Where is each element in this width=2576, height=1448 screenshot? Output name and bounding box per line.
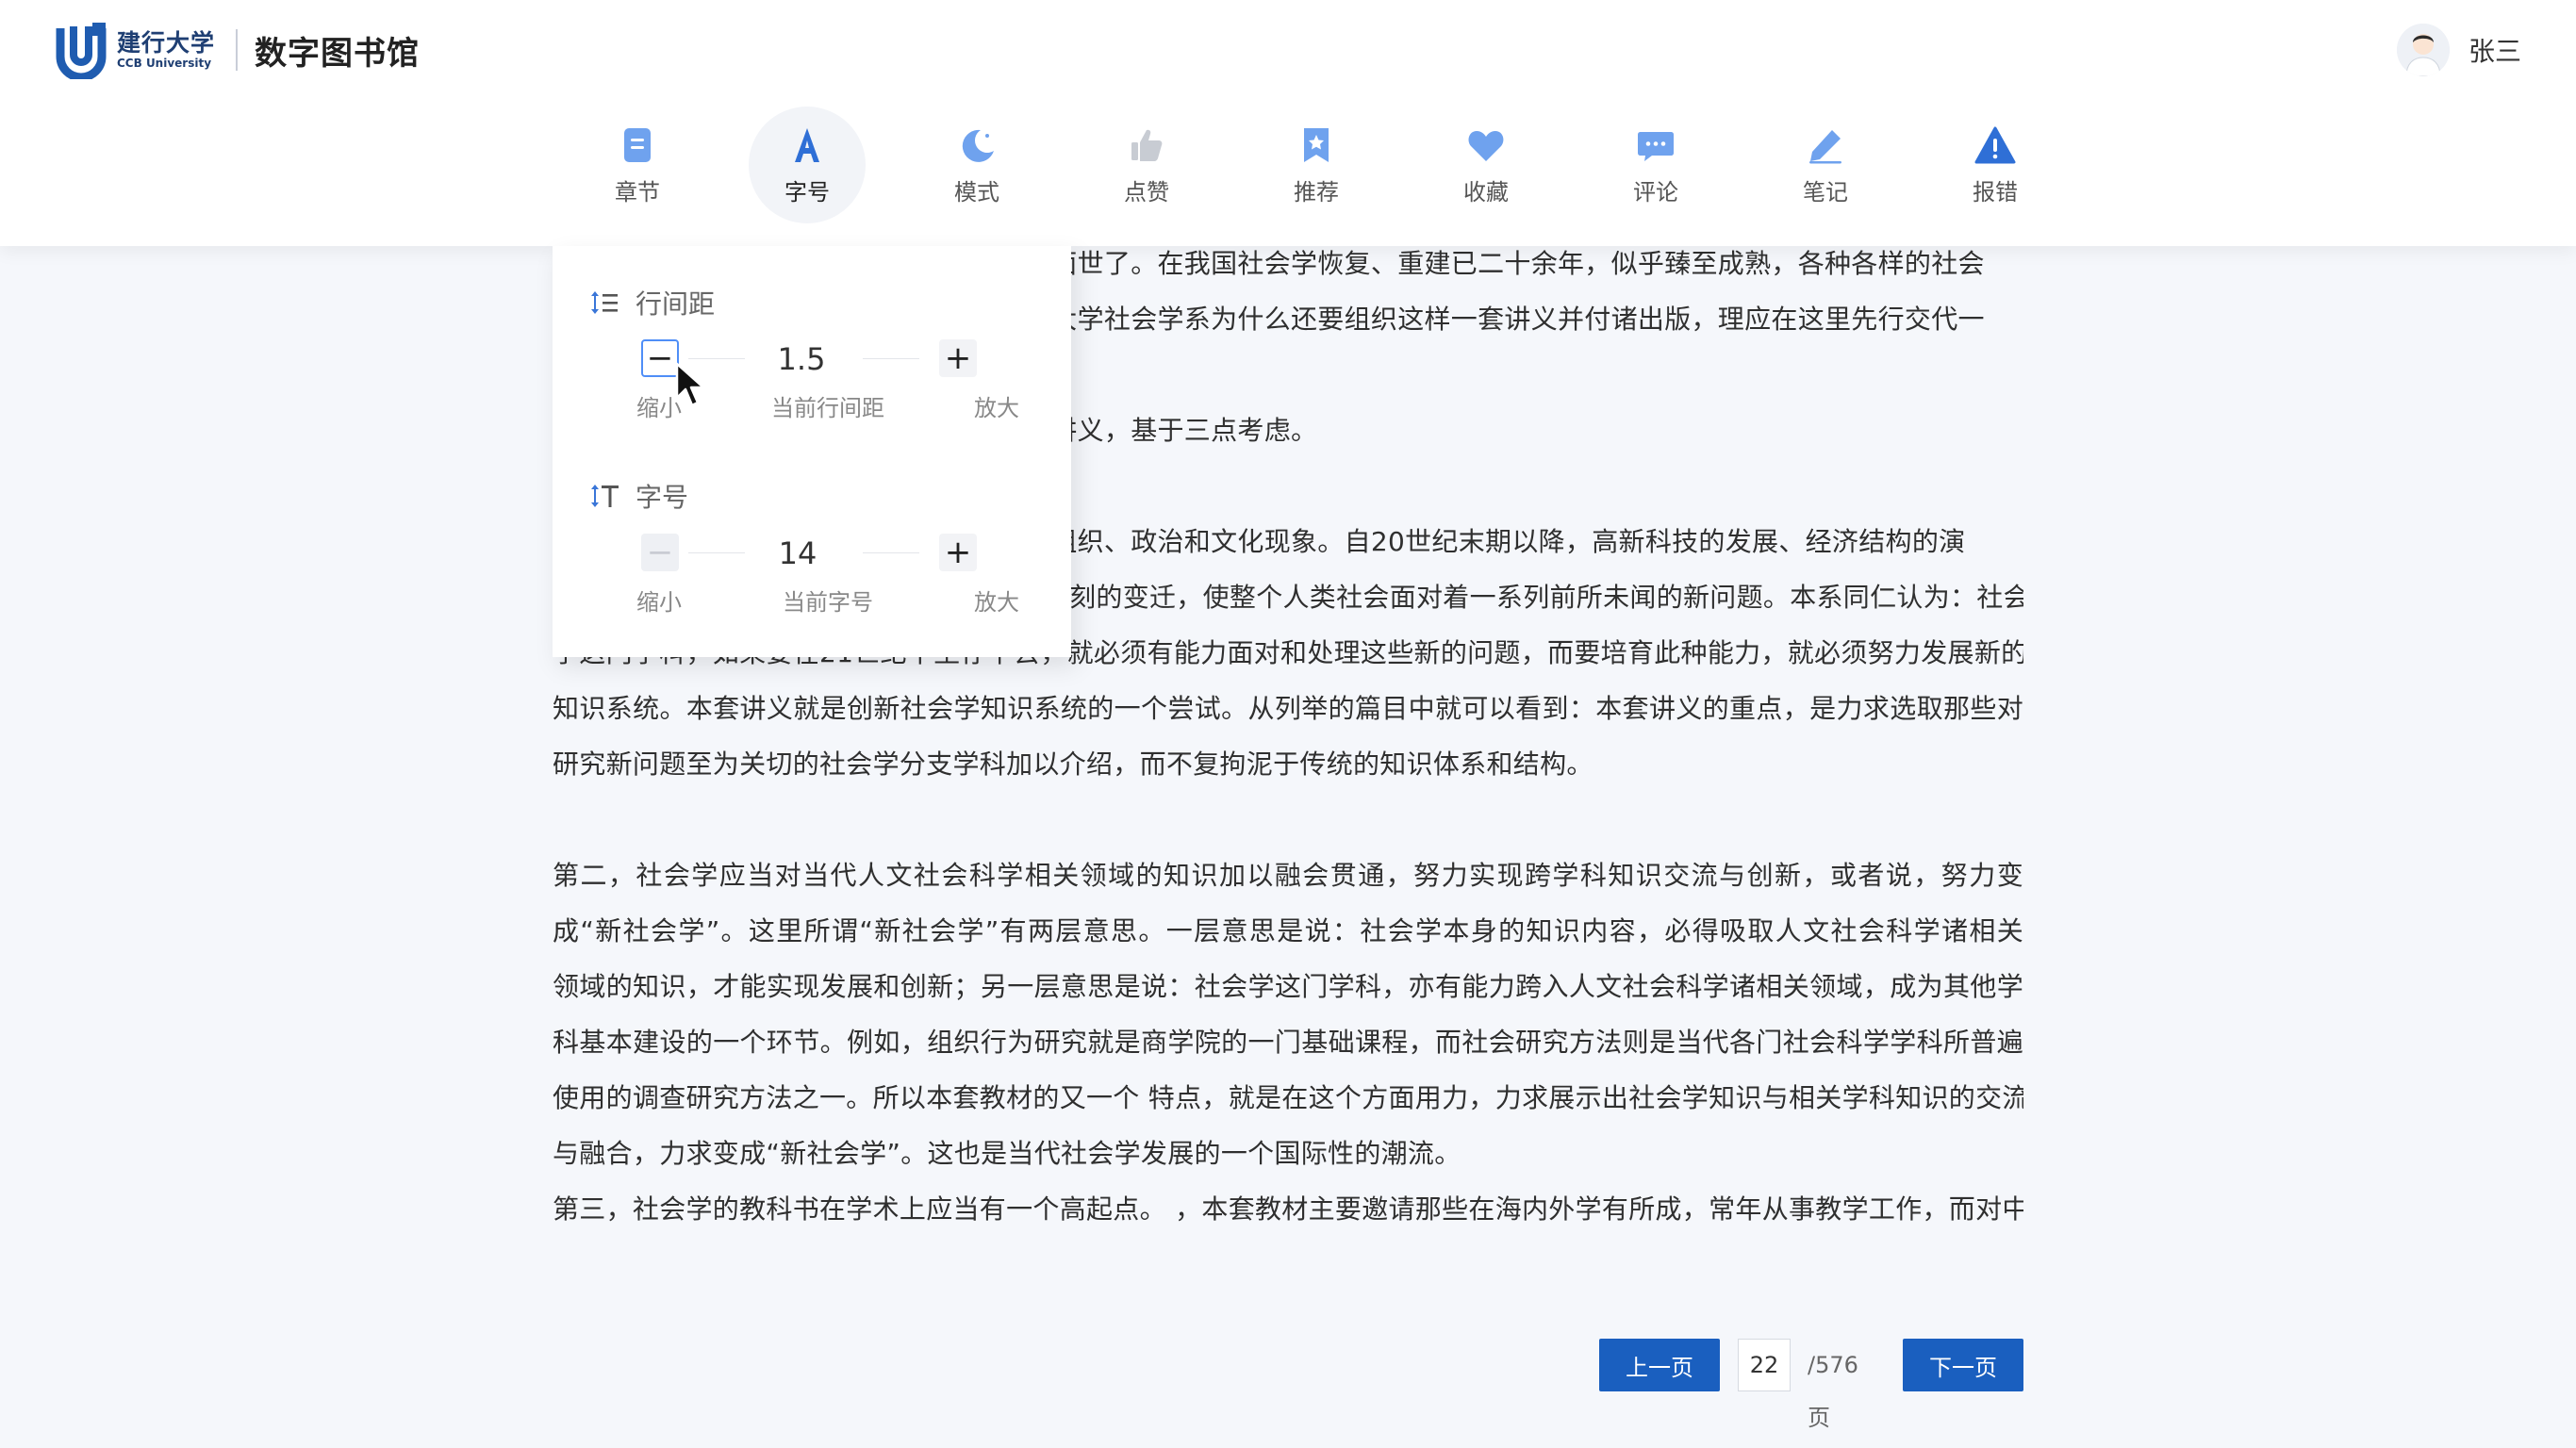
next-page-button[interactable]: 下一页: [1903, 1339, 2023, 1391]
text-line: 使用的调查研究方法之一。所以本套教材的又一个 特点，就是在这个方面用力，力求展示…: [553, 1082, 2023, 1113]
logo-english-text: CCB University: [117, 57, 212, 70]
tool-label: 字号: [784, 178, 830, 206]
page-number-input[interactable]: 22: [1738, 1339, 1791, 1391]
heart-icon: [1468, 130, 1504, 161]
tool-label: 报错: [1973, 178, 2018, 206]
line-spacing-value: 1.5: [777, 341, 826, 377]
tool-label: 模式: [954, 178, 999, 206]
tool-report[interactable]: 报错: [1910, 104, 2080, 226]
reader-toolbar: 章节 字号 模式 点赞 推荐 收藏 评论 笔记 报错: [553, 104, 2080, 226]
font-size-title: 字号: [636, 482, 689, 513]
ccb-logo-icon: [55, 21, 109, 82]
logo-chinese-text: 建行大学: [117, 29, 216, 57]
font-size-current-label: 当前字号: [783, 589, 873, 616]
line-spacing-increase-button[interactable]: +: [939, 339, 977, 377]
warning-icon: [1974, 126, 2016, 163]
bookmark-star-icon: [1304, 127, 1329, 162]
font-size-control: − 14 +: [641, 534, 1018, 575]
line-spacing-increase-label: 放大: [974, 395, 1019, 421]
font-size-icon: [591, 485, 619, 507]
line-spacing-section-title: 行间距: [588, 284, 715, 321]
tool-like[interactable]: 点赞: [1062, 104, 1231, 226]
text-line: 科基本建设的一个环节。例如，组织行为研究就是商学院的一门基础课程，而社会研究方法…: [553, 1027, 2023, 1058]
text-line: 领域的知识，才能实现发展和创新；另一层意思是说：社会学这门学科，亦有能力跨入人文…: [553, 971, 2023, 1002]
line-spacing-current-label: 当前行间距: [771, 395, 884, 421]
tool-label: 笔记: [1803, 178, 1848, 206]
total-pages-label: /576页: [1808, 1352, 1858, 1431]
moon-icon: [962, 129, 994, 162]
font-a-icon: [795, 127, 819, 162]
site-title: 数字图书馆: [255, 34, 421, 73]
tool-note[interactable]: 笔记: [1741, 104, 1910, 226]
tool-label: 推荐: [1294, 178, 1339, 206]
ccb-university-logo[interactable]: 建行大学 CCB University 数字图书馆: [55, 19, 421, 82]
line-spacing-decrease-button[interactable]: −: [641, 339, 679, 377]
text-line: 第三，社会学的教科书在学术上应当有一个高起点。 ，本套教材主要邀请那些在海内外学…: [553, 1193, 2023, 1225]
tool-recommend[interactable]: 推荐: [1231, 104, 1401, 226]
tool-label: 章节: [615, 178, 660, 206]
tool-label: 评论: [1633, 178, 1678, 206]
font-size-increase-button[interactable]: +: [939, 534, 977, 571]
user-name: 张三: [2468, 36, 2521, 67]
font-settings-panel: 行间距 − 1.5 + 缩小 当前行间距 放大 字号 − 14 + 缩小 当前字…: [553, 246, 1071, 657]
comment-icon: [1638, 131, 1674, 161]
tool-comment[interactable]: 评论: [1571, 104, 1741, 226]
prev-page-button[interactable]: 上一页: [1599, 1339, 1720, 1391]
top-header: 建行大学 CCB University 数字图书馆 张三 章节 字号 模式 点赞…: [0, 0, 2576, 246]
tool-mode[interactable]: 模式: [892, 104, 1062, 226]
tool-favorite[interactable]: 收藏: [1401, 104, 1571, 226]
chapter-icon: [624, 127, 651, 162]
text-line: 知识系统。本套讲义就是创新社会学知识系统的一个尝试。从列举的篇目中就可以看到：本…: [553, 693, 2023, 724]
text-line: 研究新问题至为关切的社会学分支学科加以介绍，而不复拘泥于传统的知识体系和结构。: [553, 749, 1593, 780]
avatar[interactable]: [2396, 24, 2450, 76]
text-line: 成“新社会学”。这里所谓“新社会学”有两层意思。一层意思是说：社会学本身的知识内…: [553, 915, 2023, 946]
logo-divider: [236, 29, 239, 71]
font-size-value: 14: [778, 535, 817, 571]
font-size-decrease-label: 缩小: [636, 589, 682, 616]
thumbs-up-icon: [1131, 129, 1163, 161]
text-line: 第二，社会学应当对当代人文社会科学相关领域的知识加以融会贯通，努力实现跨学科知识…: [553, 860, 2023, 891]
tool-label: 点赞: [1124, 178, 1169, 206]
user-profile[interactable]: 张三: [2396, 19, 2521, 81]
font-size-increase-label: 放大: [974, 589, 1019, 616]
font-size-decrease-button[interactable]: −: [641, 534, 679, 571]
tool-label: 收藏: [1463, 178, 1509, 206]
line-spacing-icon: [591, 291, 618, 314]
pencil-icon: [1809, 129, 1841, 163]
mouse-pointer-icon: [675, 362, 705, 407]
text-line: 与融合，力求变成“新社会学”。这也是当代社会学发展的一个国际性的潮流。: [553, 1138, 1461, 1169]
tool-chapter[interactable]: 章节: [553, 104, 722, 226]
font-size-section-title: 字号: [588, 477, 688, 515]
tool-font-size[interactable]: 字号: [722, 104, 892, 226]
line-spacing-title: 行间距: [636, 288, 716, 320]
